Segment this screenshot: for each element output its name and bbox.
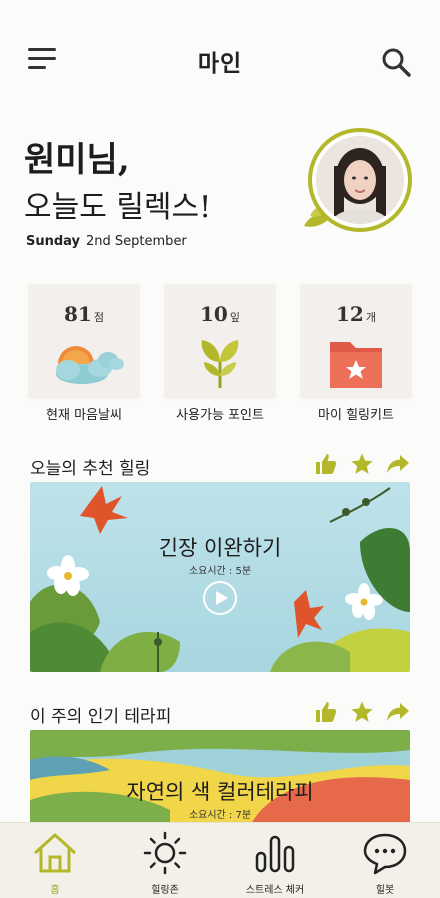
healing-kit-card[interactable]: 12 개 마이 힐링키트 <box>300 284 412 423</box>
banner-title: 긴장 이완하기 <box>158 536 282 560</box>
section-title: 이 주의 인기 테라피 <box>30 707 172 727</box>
thumbs-up-icon[interactable] <box>314 700 338 724</box>
tab-label: 힐링존 <box>151 885 179 896</box>
tab-label: 힐봇 <box>375 885 395 896</box>
tab-home[interactable]: 홈 <box>0 823 110 898</box>
popular-therapy-banner[interactable]: 자연의 색 컬러테라피 소요시간 : 7분 <box>30 730 410 826</box>
tab-healing-zone[interactable]: 힐링존 <box>110 823 220 898</box>
folder-star-icon <box>330 342 382 388</box>
recommended-healing-banner[interactable]: 긴장 이완하기 소요시간 : 5분 <box>30 482 410 672</box>
points-label: 사용가능 포인트 <box>176 408 264 423</box>
kit-count: 12 개 <box>336 302 376 326</box>
weather-cloud-sun-icon <box>56 346 124 384</box>
points-value: 10 잎 <box>200 302 240 326</box>
home-icon <box>33 833 77 873</box>
tab-label: 홈 <box>50 885 60 896</box>
sun-icon <box>143 831 187 875</box>
action-icons <box>314 450 410 478</box>
healing-kit-label: 마이 힐링키트 <box>318 408 394 423</box>
tab-stress-checker[interactable]: 스트레스 체커 <box>220 823 330 898</box>
star-icon[interactable] <box>350 452 374 476</box>
bars-icon <box>255 835 295 873</box>
thumbs-up-icon[interactable] <box>314 452 338 476</box>
play-icon[interactable] <box>202 580 238 616</box>
chat-bubble-icon <box>363 833 407 875</box>
banner-title: 자연의 색 컬러테라피 <box>126 780 314 804</box>
banner-duration: 소요시간 : 5분 <box>188 566 252 577</box>
stat-cards: 81 점 현재 마음날씨 10 잎 사용가능 포인트 12 개 마이 힐링키트 <box>28 284 412 424</box>
action-icons <box>314 698 410 726</box>
date-text: 2nd September <box>86 234 187 249</box>
banner-duration: 소요시간 : 7분 <box>188 810 252 821</box>
app-header: 마인 <box>0 0 440 120</box>
tab-label: 스트레스 체커 <box>245 885 305 896</box>
mood-score: 81 점 <box>64 302 104 326</box>
date-line: Sunday 2nd September <box>26 234 187 249</box>
mood-weather-label: 현재 마음날씨 <box>46 408 122 423</box>
profile-avatar[interactable] <box>300 124 412 236</box>
weekday: Sunday <box>26 234 81 249</box>
tab-healbot[interactable]: 힐봇 <box>330 823 440 898</box>
share-icon[interactable] <box>386 700 410 724</box>
star-icon[interactable] <box>350 700 374 724</box>
mood-weather-card[interactable]: 81 점 현재 마음날씨 <box>28 284 140 423</box>
popular-therapy-section-header: 이 주의 인기 테라피 <box>30 698 410 728</box>
greeting-name: 원미님, <box>24 140 130 180</box>
bottom-tab-bar: 홈 힐링존 스트레스 체커 힐봇 <box>0 822 440 898</box>
share-icon[interactable] <box>386 452 410 476</box>
banner-illustration <box>30 486 410 672</box>
points-card[interactable]: 10 잎 사용가능 포인트 <box>164 284 276 423</box>
section-title: 오늘의 추천 힐링 <box>30 459 151 479</box>
recommended-section-header: 오늘의 추천 힐링 <box>30 450 410 480</box>
page-title: 마인 <box>197 51 243 77</box>
greeting-message: 오늘도 릴렉스! <box>24 190 212 225</box>
avatar-photo <box>316 136 404 224</box>
leaf-sprout-icon <box>201 340 239 388</box>
search-icon[interactable] <box>380 46 412 78</box>
